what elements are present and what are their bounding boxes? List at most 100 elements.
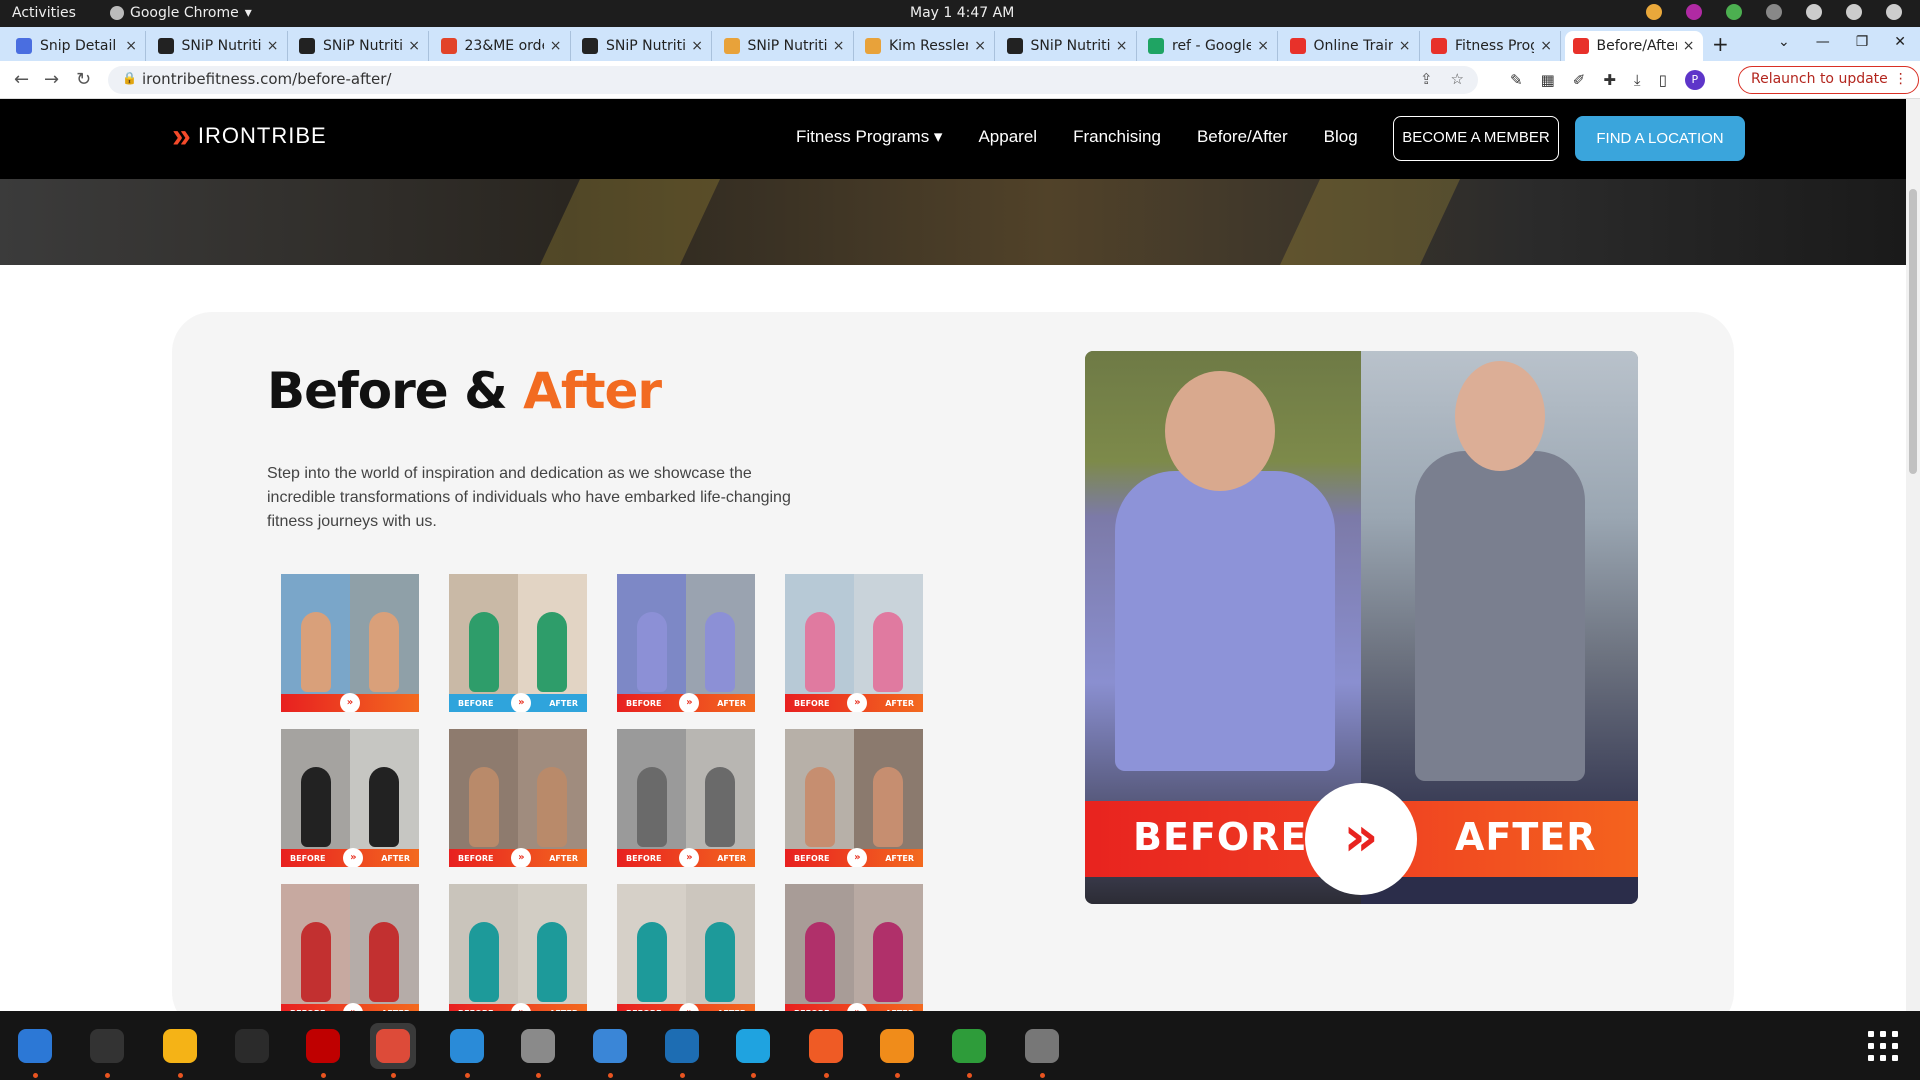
nav-blog[interactable]: Blog <box>1324 127 1358 147</box>
tab-close-icon[interactable]: × <box>125 38 137 54</box>
tab-close-icon[interactable]: × <box>550 38 562 54</box>
browser-tab[interactable]: 23&ME order × <box>433 31 571 61</box>
system-monitor-icon[interactable] <box>229 1023 275 1069</box>
show-applications-icon[interactable] <box>1868 1031 1898 1061</box>
vscode-icon[interactable] <box>444 1023 490 1069</box>
activities-button[interactable]: Activities <box>12 5 76 21</box>
text-editor-icon[interactable] <box>587 1023 633 1069</box>
nav-franchising[interactable]: Franchising <box>1073 127 1161 147</box>
tray-app-icon[interactable] <box>1726 4 1742 20</box>
relaunch-button[interactable]: Relaunch to update ⋮ <box>1738 66 1919 94</box>
transformation-thumbnail[interactable]: BEFORE»AFTER <box>617 884 755 1011</box>
nav-before-after[interactable]: Before/After <box>1197 127 1288 147</box>
tab-close-icon[interactable]: × <box>408 38 420 54</box>
chrome-tray-icon[interactable] <box>1646 4 1662 20</box>
close-window-icon[interactable]: ✕ <box>1894 34 1906 50</box>
page-scrollbar[interactable] <box>1906 99 1920 1011</box>
eyedropper-icon[interactable]: ✎ <box>1510 71 1523 89</box>
notes-icon[interactable] <box>157 1023 203 1069</box>
tab-close-icon[interactable]: × <box>833 38 845 54</box>
files-icon[interactable] <box>515 1023 561 1069</box>
download-icon[interactable]: ⤓ <box>1634 71 1641 89</box>
tray-app-icon[interactable] <box>1686 4 1702 20</box>
browser-tab[interactable]: Online Training × <box>1282 31 1420 61</box>
transformation-thumbnail[interactable]: BEFORE»AFTER <box>785 574 923 712</box>
clock[interactable]: May 1 4:47 AM <box>910 5 1014 21</box>
browser-tab[interactable]: SNiP Nutrition × <box>574 31 712 61</box>
reload-icon[interactable]: ↻ <box>76 69 91 90</box>
find-location-button[interactable]: FIND A LOCATION <box>1575 116 1745 161</box>
site-logo[interactable]: » IRONTRIBE <box>172 119 327 153</box>
back-icon[interactable]: ← <box>14 69 29 90</box>
dock-app-glyph <box>163 1029 197 1063</box>
browser-tab[interactable]: SNiP Nutrition × <box>716 31 854 61</box>
url-text[interactable]: irontribefitness.com/before-after/ <box>142 70 391 88</box>
before-after-section: Before & After Step into the world of in… <box>172 312 1734 1011</box>
transformation-thumbnail[interactable]: BEFORE»AFTER <box>449 574 587 712</box>
transformation-thumbnail[interactable]: BEFORE»AFTER <box>785 884 923 1011</box>
lock-icon[interactable]: 🔒 <box>122 71 137 85</box>
transformation-thumbnail[interactable]: BEFORE»AFTER <box>785 729 923 867</box>
transformation-thumbnail[interactable]: BEFORE»AFTER <box>449 729 587 867</box>
more-menu-icon[interactable]: ⋮ <box>1894 71 1908 87</box>
tab-close-icon[interactable]: × <box>267 38 279 54</box>
hotspot-icon[interactable] <box>874 1023 920 1069</box>
browser-toolbar: ← → ↻ 🔒 irontribefitness.com/before-afte… <box>0 61 1920 99</box>
pen-extension-icon[interactable]: ✐ <box>1573 71 1586 89</box>
tab-close-icon[interactable]: × <box>691 38 703 54</box>
become-member-button[interactable]: BECOME A MEMBER <box>1393 116 1559 161</box>
tab-search-icon[interactable]: ⌄ <box>1778 34 1790 50</box>
minimize-icon[interactable]: — <box>1816 34 1830 50</box>
transformation-thumbnail[interactable]: BEFORE»AFTER <box>449 884 587 1011</box>
browser-tab[interactable]: Snip Detail × <box>8 31 146 61</box>
tab-close-icon[interactable]: × <box>974 38 986 54</box>
restore-icon[interactable]: ❐ <box>1856 34 1869 50</box>
app-menu[interactable]: Google Chrome ▾ <box>110 5 252 21</box>
disk-icon[interactable] <box>1019 1023 1065 1069</box>
system-tray[interactable] <box>1646 4 1902 20</box>
volume-icon[interactable] <box>1846 4 1862 20</box>
browser-tab[interactable]: SNiP Nutrition × <box>291 31 429 61</box>
address-bar[interactable]: 🔒 irontribefitness.com/before-after/ ⇪ ☆ <box>108 66 1478 94</box>
browser-tab[interactable]: Fitness Programs × <box>1423 31 1561 61</box>
filezilla-icon[interactable] <box>300 1023 346 1069</box>
network-icon[interactable] <box>1806 4 1822 20</box>
writer-icon[interactable] <box>659 1023 705 1069</box>
transformation-thumbnail[interactable]: BEFORE»AFTER <box>617 729 755 867</box>
transformation-thumbnail[interactable]: » <box>281 574 419 712</box>
new-tab-button[interactable]: + <box>1712 32 1729 56</box>
before-label: BEFORE <box>626 853 662 863</box>
scrollbar-thumb[interactable] <box>1909 189 1917 474</box>
featured-transformation-image[interactable]: BEFORE AFTER » <box>1085 351 1638 904</box>
nav-apparel[interactable]: Apparel <box>978 127 1037 147</box>
tab-close-icon[interactable]: × <box>1683 38 1695 54</box>
thunderbird-icon[interactable] <box>12 1023 58 1069</box>
browser-tab[interactable]: ref - Google × <box>1140 31 1278 61</box>
transformation-thumbnail[interactable]: BEFORE»AFTER <box>281 729 419 867</box>
share-icon[interactable]: ⇪ <box>1420 70 1433 88</box>
postman-icon[interactable] <box>803 1023 849 1069</box>
tray-app-icon[interactable] <box>1766 4 1782 20</box>
tab-close-icon[interactable]: × <box>1399 38 1411 54</box>
browser-tab[interactable]: SNiP Nutrition × <box>150 31 288 61</box>
tab-close-icon[interactable]: × <box>1257 38 1269 54</box>
calc-icon[interactable] <box>946 1023 992 1069</box>
skype-icon[interactable] <box>730 1023 776 1069</box>
power-icon[interactable] <box>1886 4 1902 20</box>
extension-icon[interactable]: ▦ <box>1541 71 1555 89</box>
browser-tab[interactable]: Kim Ressler × <box>857 31 995 61</box>
nav-fitness-programs[interactable]: Fitness Programs ▾ <box>796 127 942 147</box>
bookmark-star-icon[interactable]: ☆ <box>1451 70 1464 88</box>
terminal-icon[interactable] <box>84 1023 130 1069</box>
side-panel-icon[interactable]: ▯ <box>1659 71 1667 89</box>
profile-avatar[interactable]: P <box>1684 70 1705 90</box>
transformation-thumbnail[interactable]: BEFORE»AFTER <box>617 574 755 712</box>
browser-tab[interactable]: SNiP Nutrition × <box>999 31 1137 61</box>
forward-icon[interactable]: → <box>44 69 59 90</box>
tab-close-icon[interactable]: × <box>1116 38 1128 54</box>
chrome-icon[interactable] <box>370 1023 416 1069</box>
extensions-puzzle-icon[interactable]: ✚ <box>1603 71 1616 89</box>
tab-close-icon[interactable]: × <box>1540 38 1552 54</box>
transformation-thumbnail[interactable]: BEFORE»AFTER <box>281 884 419 1011</box>
browser-tab[interactable]: Before/After × <box>1564 31 1703 61</box>
